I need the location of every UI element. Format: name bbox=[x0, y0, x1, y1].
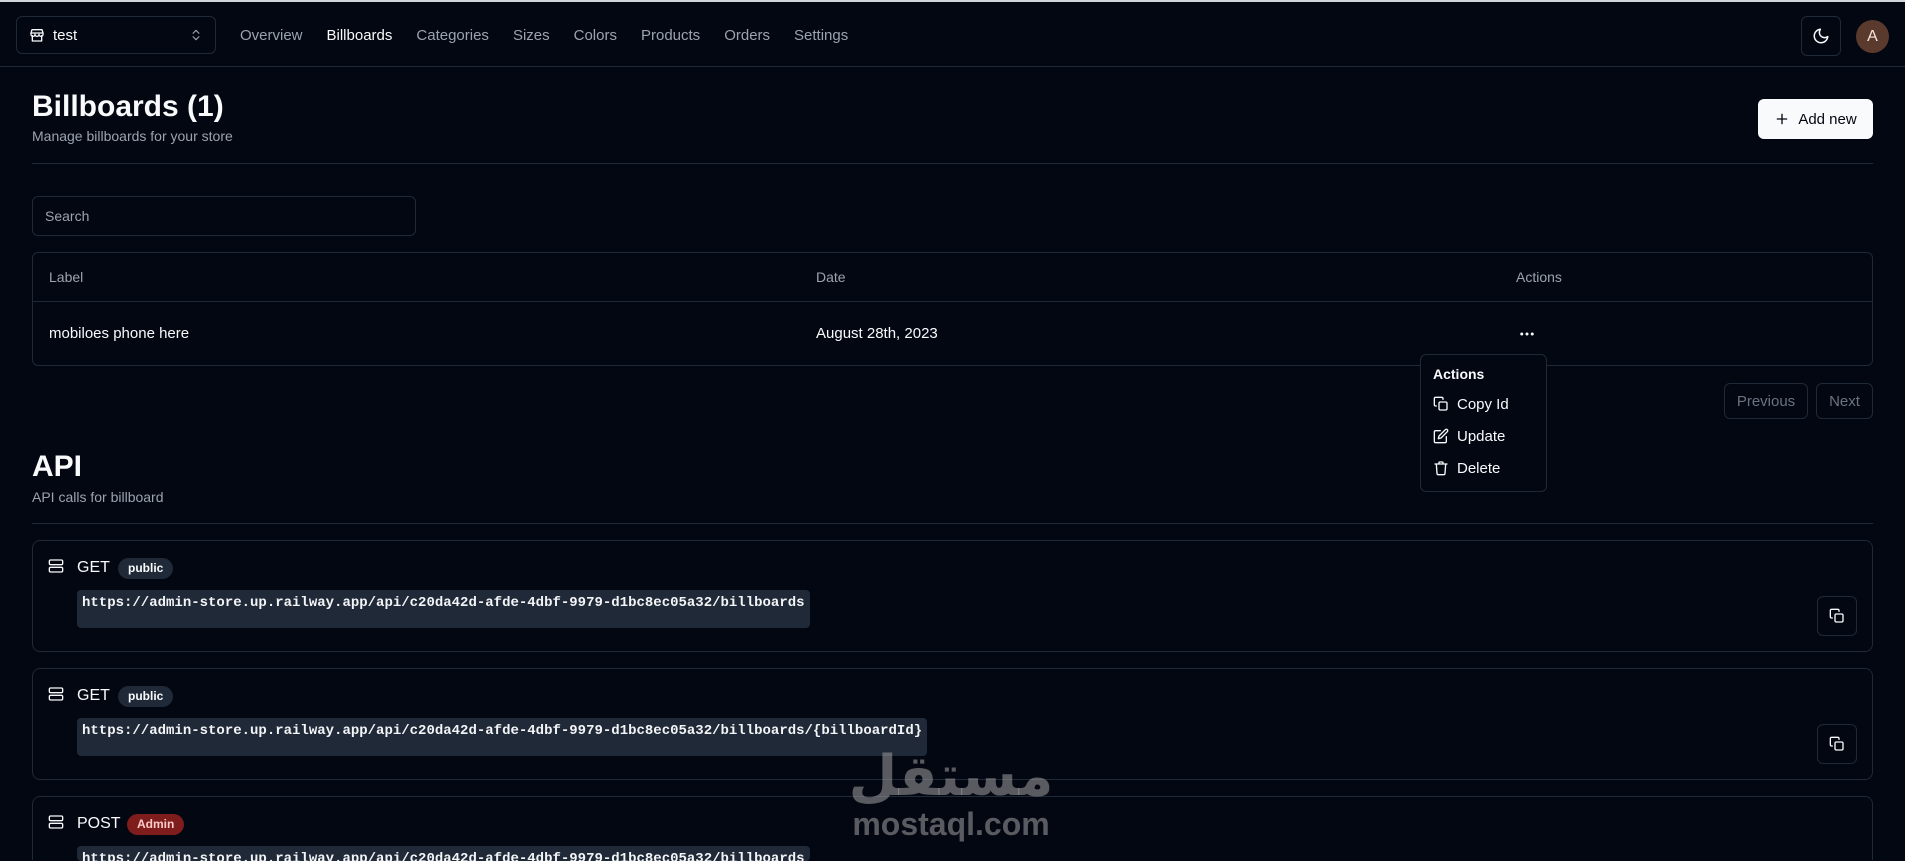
nav-settings[interactable]: Settings bbox=[794, 27, 848, 44]
watermark: مستقل mostaql.com bbox=[836, 747, 1066, 842]
watermark-arabic: مستقل bbox=[848, 744, 1054, 809]
api-subtitle: API calls for billboard bbox=[32, 489, 164, 505]
copy-id-label: Copy Id bbox=[1457, 395, 1509, 413]
chevrons-up-down-icon bbox=[189, 27, 203, 43]
previous-button[interactable]: Previous bbox=[1724, 383, 1808, 419]
billboards-table: Label Date Actions mobiloes phone here A… bbox=[32, 252, 1873, 366]
nav-colors[interactable]: Colors bbox=[574, 27, 617, 44]
moon-icon bbox=[1813, 28, 1829, 44]
page-subtitle: Manage billboards for your store bbox=[32, 128, 233, 144]
column-actions: Actions bbox=[1516, 269, 1562, 285]
copy-url-button[interactable] bbox=[1817, 596, 1857, 636]
api-method: GET bbox=[77, 687, 110, 704]
api-url: https://admin-store.up.railway.app/api/c… bbox=[77, 846, 810, 861]
search-input[interactable] bbox=[32, 196, 416, 236]
table-row: mobiloes phone here August 28th, 2023 bbox=[33, 302, 1872, 366]
server-icon bbox=[48, 814, 64, 830]
copy-url-button[interactable] bbox=[1817, 724, 1857, 764]
access-badge: Admin bbox=[127, 814, 185, 835]
nav-overview[interactable]: Overview bbox=[240, 27, 303, 44]
store-icon bbox=[29, 27, 45, 43]
server-icon bbox=[48, 686, 64, 702]
column-label[interactable]: Label bbox=[49, 253, 83, 302]
table-header: Label Date Actions bbox=[33, 253, 1872, 302]
store-name: test bbox=[53, 26, 78, 44]
theme-toggle-button[interactable] bbox=[1801, 16, 1841, 56]
update-label: Update bbox=[1457, 427, 1506, 445]
cell-label: mobiloes phone here bbox=[49, 325, 190, 342]
copy-id-menu-item[interactable]: Copy Id bbox=[1421, 388, 1546, 420]
dropdown-label: Actions bbox=[1433, 366, 1485, 382]
api-method: POST bbox=[77, 815, 121, 832]
access-badge: public bbox=[118, 686, 174, 707]
nav-categories[interactable]: Categories bbox=[416, 27, 489, 44]
user-avatar[interactable]: A bbox=[1856, 20, 1889, 53]
row-actions-button[interactable] bbox=[1511, 320, 1543, 348]
nav-orders[interactable]: Orders bbox=[724, 27, 770, 44]
main-nav: Overview Billboards Categories Sizes Col… bbox=[240, 2, 848, 69]
next-button[interactable]: Next bbox=[1816, 383, 1873, 419]
api-divider bbox=[32, 523, 1873, 524]
access-badge: public bbox=[118, 558, 174, 579]
api-url: https://admin-store.up.railway.app/api/c… bbox=[77, 590, 810, 628]
nav-billboards[interactable]: Billboards bbox=[327, 27, 393, 44]
trash-icon bbox=[1434, 461, 1448, 476]
copy-icon bbox=[1433, 396, 1448, 411]
watermark-latin: mostaql.com bbox=[852, 806, 1050, 842]
add-new-button[interactable]: Add new bbox=[1758, 99, 1873, 139]
delete-label: Delete bbox=[1457, 459, 1501, 477]
copy-icon bbox=[1829, 608, 1844, 623]
api-url: https://admin-store.up.railway.app/api/c… bbox=[77, 718, 927, 756]
nav-products[interactable]: Products bbox=[641, 27, 700, 44]
server-icon bbox=[48, 558, 64, 574]
edit-icon bbox=[1433, 428, 1449, 444]
top-navbar: test Overview Billboards Categories Size… bbox=[0, 0, 1905, 67]
heading-divider bbox=[32, 163, 1873, 164]
plus-icon bbox=[1776, 113, 1788, 125]
delete-menu-item[interactable]: Delete bbox=[1421, 452, 1546, 484]
api-method: GET bbox=[77, 559, 110, 576]
api-title: API bbox=[32, 450, 83, 483]
actions-dropdown: Actions Copy Id Update Delete bbox=[1420, 354, 1547, 492]
api-endpoint-card: GET public https://admin-store.up.railwa… bbox=[32, 540, 1873, 652]
page-title: Billboards (1) bbox=[32, 90, 224, 123]
update-menu-item[interactable]: Update bbox=[1421, 420, 1546, 452]
add-new-label: Add new bbox=[1798, 110, 1857, 128]
copy-icon bbox=[1829, 736, 1844, 751]
column-date[interactable]: Date bbox=[816, 253, 846, 302]
cell-date: August 28th, 2023 bbox=[816, 325, 938, 342]
nav-sizes[interactable]: Sizes bbox=[513, 27, 550, 44]
more-horizontal-icon bbox=[1520, 332, 1534, 336]
store-switcher[interactable]: test bbox=[16, 16, 216, 54]
